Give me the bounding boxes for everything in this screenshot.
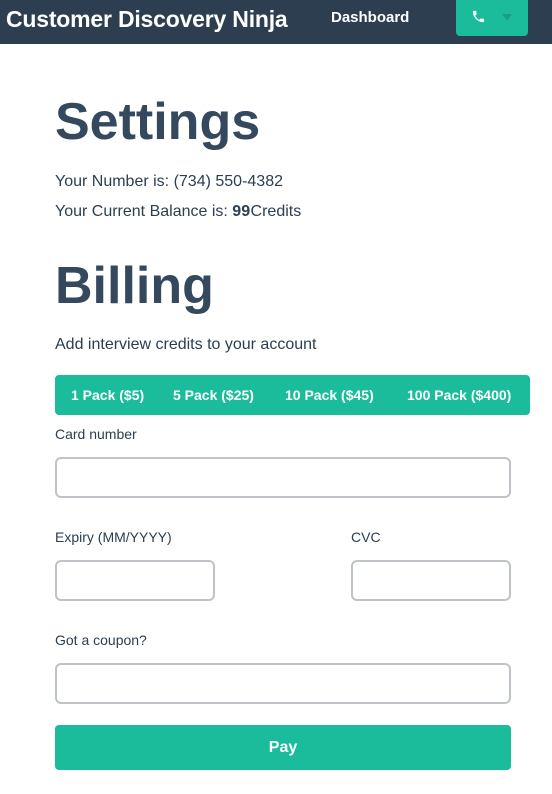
cvc-label: CVC (351, 529, 381, 545)
pack-option-1[interactable]: 1 Pack ($5) (71, 386, 144, 404)
balance-line: Your Current Balance is: 99 Credits (55, 202, 301, 222)
balance-value: 99 (232, 203, 251, 220)
caret-down-icon (502, 14, 512, 21)
pack-option-100[interactable]: 100 Pack ($400) (407, 386, 511, 404)
billing-subtitle: Add interview credits to your account (55, 336, 317, 353)
balance-label: Your Current Balance is: (55, 203, 228, 220)
coupon-label: Got a coupon? (55, 632, 147, 648)
phone-number-line: Your Number is: (734) 550-4382 (55, 172, 283, 192)
phone-number-value: (734) 550-4382 (173, 173, 283, 190)
phone-dropdown-button[interactable] (456, 0, 528, 36)
expiry-label: Expiry (MM/YYYY) (55, 529, 172, 545)
navbar: Customer Discovery Ninja Dashboard (0, 0, 552, 44)
expiry-input[interactable] (55, 560, 215, 601)
phone-icon (472, 10, 485, 23)
credit-pack-selector: 1 Pack ($5) 5 Pack ($25) 10 Pack ($45) 1… (55, 375, 530, 415)
pack-option-10[interactable]: 10 Pack ($45) (285, 386, 374, 404)
pack-option-5[interactable]: 5 Pack ($25) (173, 386, 254, 404)
cvc-input[interactable] (351, 560, 511, 601)
billing-heading: Billing (55, 257, 214, 315)
card-number-label: Card number (55, 426, 137, 442)
balance-unit: Credits (250, 203, 302, 220)
coupon-input[interactable] (55, 663, 511, 704)
phone-number-label: Your Number is: (55, 173, 170, 190)
pay-button[interactable]: Pay (55, 725, 511, 770)
card-number-input[interactable] (55, 457, 511, 498)
nav-link-dashboard[interactable]: Dashboard (331, 9, 409, 27)
brand-title[interactable]: Customer Discovery Ninja (6, 5, 288, 33)
settings-heading: Settings (55, 93, 261, 151)
